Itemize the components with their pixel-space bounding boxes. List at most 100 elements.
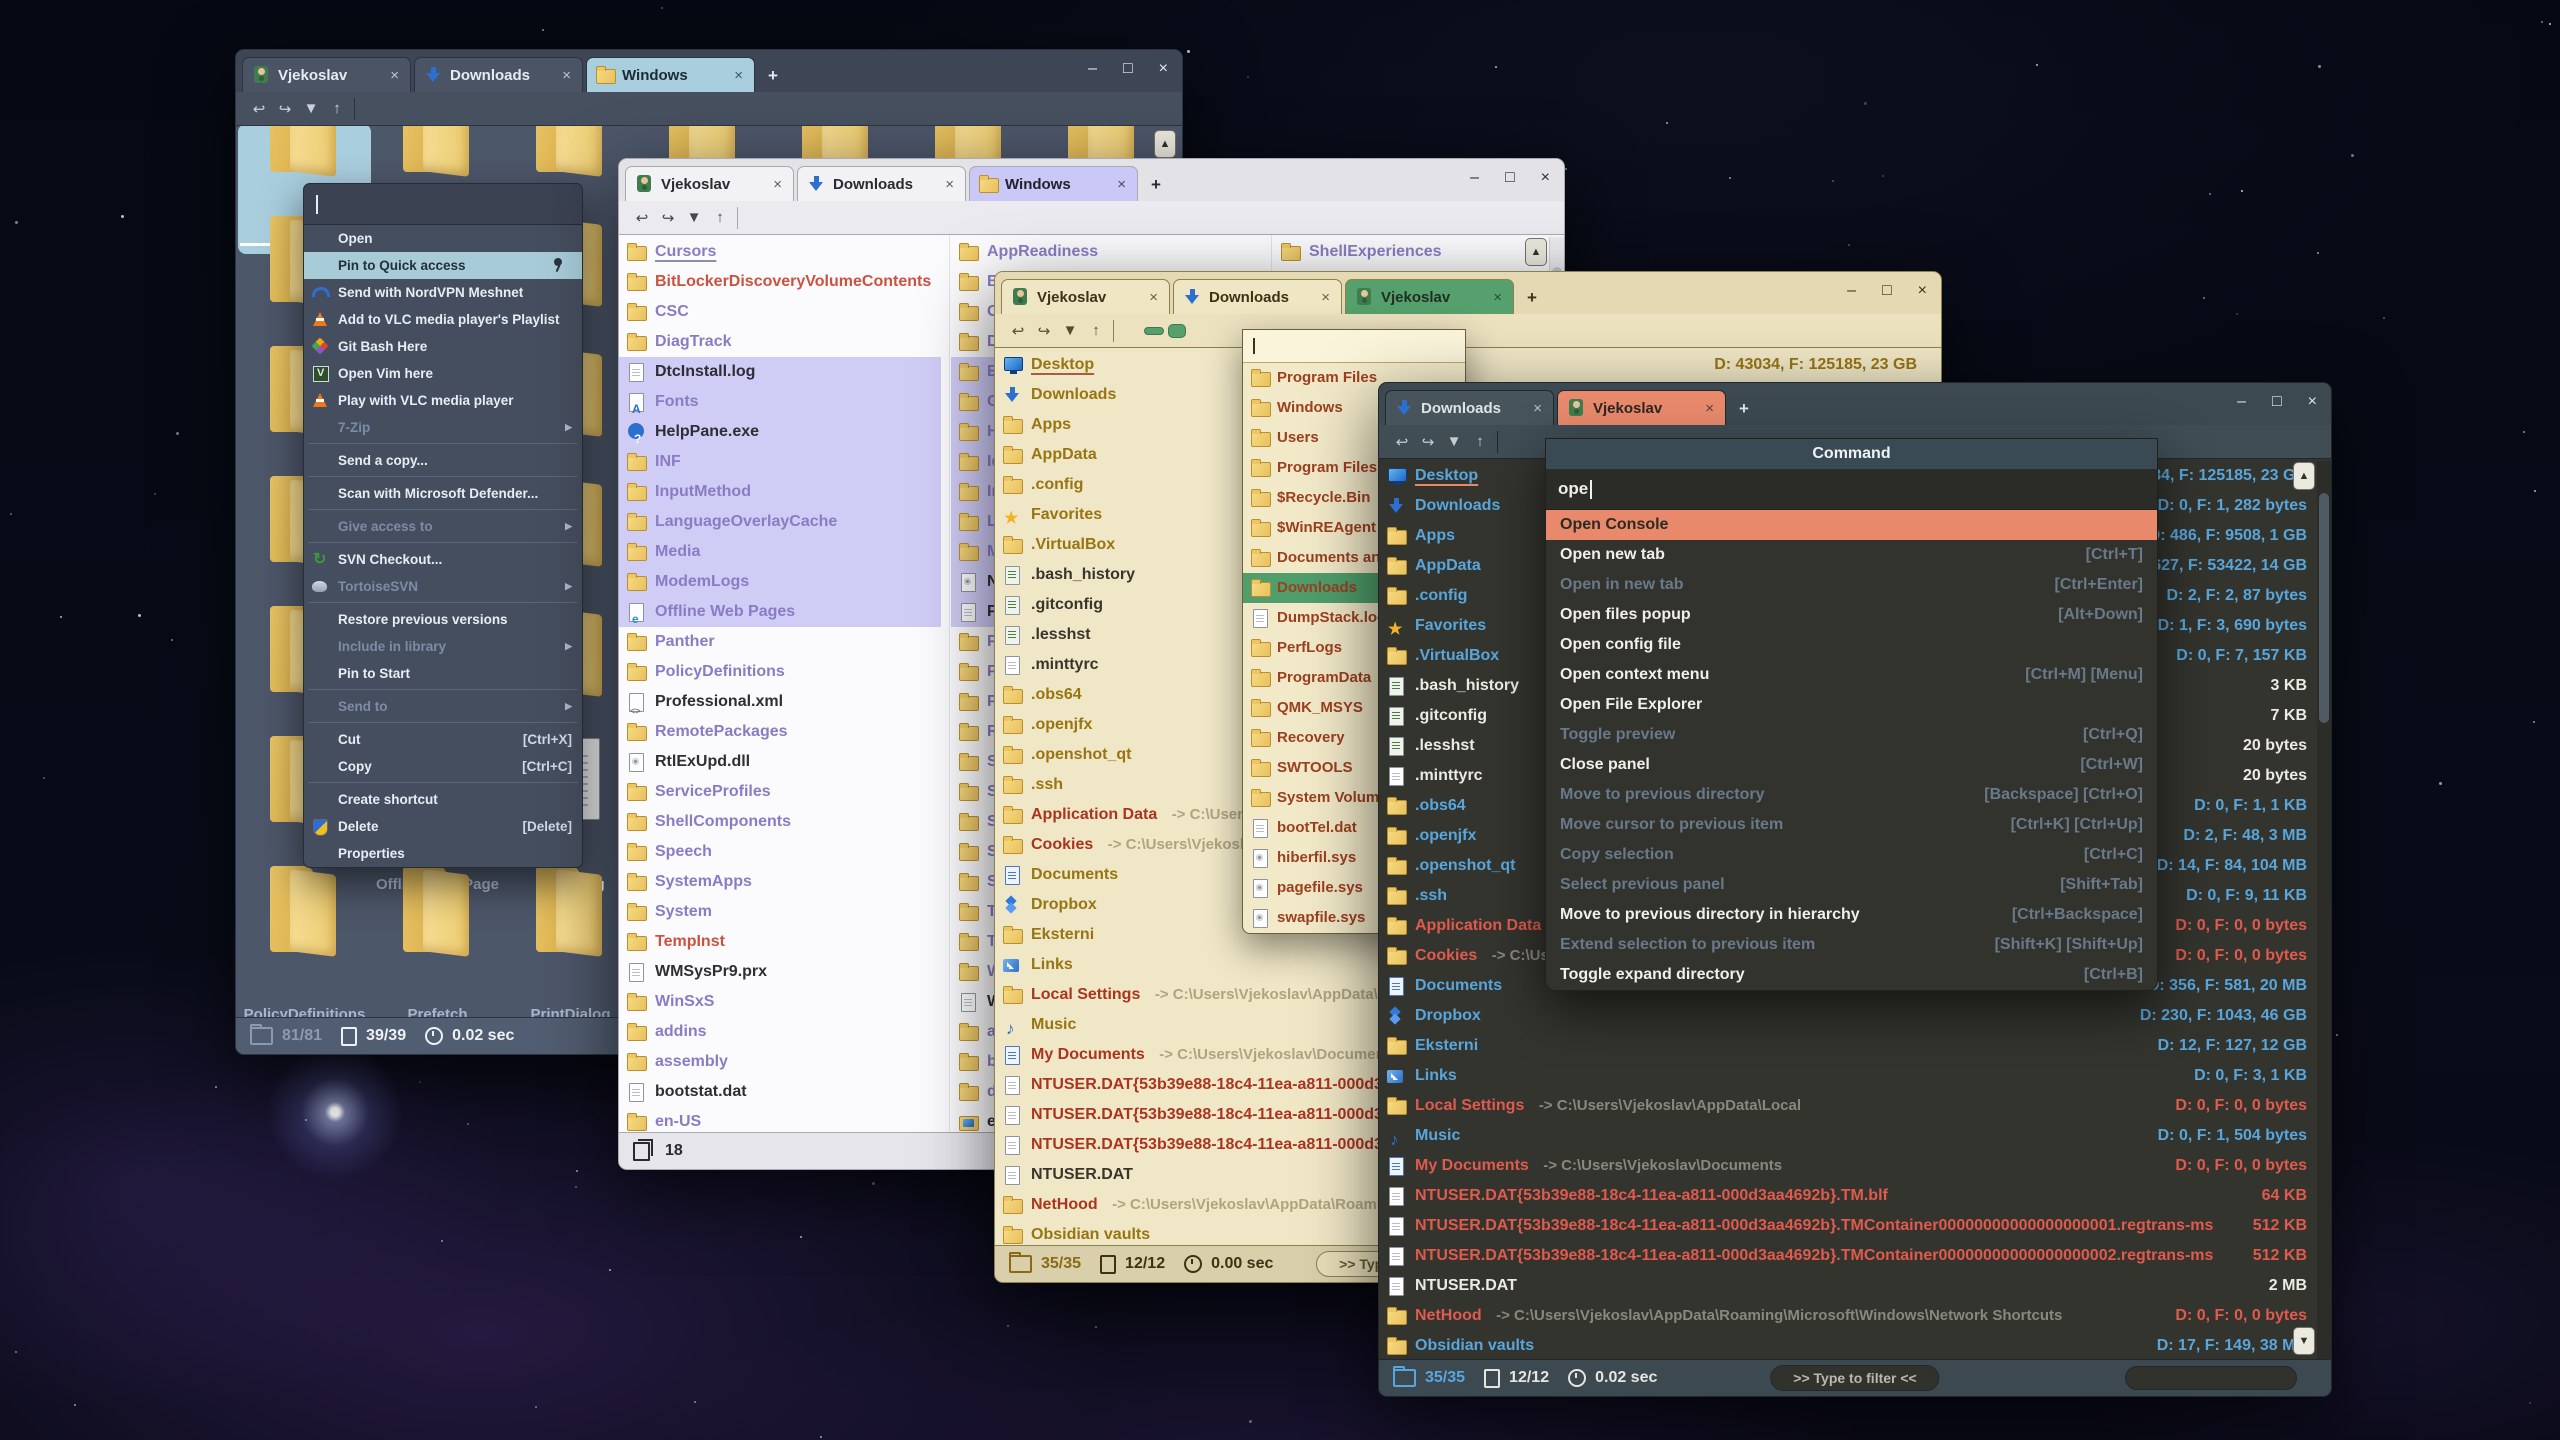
tab-close-icon[interactable]: ×	[731, 67, 746, 84]
context-menu-item[interactable]: Create shortcut ▶	[304, 786, 582, 813]
context-menu-item[interactable]: Git Bash Here ▶	[304, 333, 582, 360]
file-row[interactable]: BitLockerDiscoveryVolumeContents	[619, 267, 941, 297]
maximize-button[interactable]: □	[1123, 58, 1133, 80]
context-menu-item[interactable]: 7-Zip ▶	[304, 414, 582, 441]
tab[interactable]: Vjekoslav ×	[1345, 279, 1514, 314]
tab-close-icon[interactable]: ×	[1318, 289, 1333, 306]
palette-item[interactable]: Open config file	[1546, 630, 2157, 660]
context-menu-item[interactable]: Open ▶	[304, 225, 582, 252]
tab-close-icon[interactable]: ×	[770, 176, 785, 193]
forward-button[interactable]: ↪	[272, 100, 298, 118]
palette-item[interactable]: Select previous panel [Shift+Tab]	[1546, 870, 2157, 900]
tab[interactable]: Downloads ×	[1385, 390, 1554, 425]
file-row[interactable]: Local Settings -> C:\Users\Vjekoslav\App…	[1379, 1091, 2315, 1121]
palette-item[interactable]: Move to previous directory in hierarchy …	[1546, 900, 2157, 930]
type-to-filter-button[interactable]: >> Type to filter <<	[1770, 1365, 1939, 1391]
file-row[interactable]: ServiceProfiles	[619, 777, 941, 807]
file-row[interactable]: RtlExUpd.dll	[619, 747, 941, 777]
file-row[interactable]: Panther	[619, 627, 941, 657]
file-row[interactable]: Links D: 0, F: 3, 1 KB	[1379, 1061, 2315, 1091]
file-row[interactable]: Obsidian vaults D: 17, F: 149, 38 MB	[1379, 1331, 2315, 1359]
scroll-up-button[interactable]: ▲	[2293, 462, 2315, 490]
tab-close-icon[interactable]: ×	[387, 67, 402, 84]
tab-close-icon[interactable]: ×	[942, 176, 957, 193]
palette-item[interactable]: Open new tab [Ctrl+T]	[1546, 540, 2157, 570]
palette-item[interactable]: Extend selection to previous item [Shift…	[1546, 930, 2157, 960]
new-tab-button[interactable]: +	[1141, 175, 1171, 201]
file-row[interactable]: RemotePackages	[619, 717, 941, 747]
file-row[interactable]: NTUSER.DAT{53b39e88-18c4-11ea-a811-000d3…	[1379, 1181, 2315, 1211]
close-button[interactable]: ×	[1541, 167, 1550, 189]
file-row[interactable]: NTUSER.DAT{53b39e88-18c4-11ea-a811-000d3…	[1379, 1211, 2315, 1241]
file-row[interactable]: NetHood -> C:\Users\Vjekoslav\AppData\Ro…	[1379, 1301, 2315, 1331]
history-dropdown-button[interactable]: ▼	[1441, 433, 1467, 450]
new-tab-button[interactable]: +	[1729, 399, 1759, 425]
file-row[interactable]: Cursors	[619, 237, 941, 267]
forward-button[interactable]: ↪	[655, 209, 681, 227]
palette-item[interactable]: Close panel [Ctrl+W]	[1546, 750, 2157, 780]
context-menu-item[interactable]: TortoiseSVN ▶	[304, 573, 582, 600]
palette-item[interactable]: Open File Explorer	[1546, 690, 2157, 720]
back-button[interactable]: ↩	[1389, 433, 1415, 451]
file-row[interactable]: addins	[619, 1017, 941, 1047]
up-button[interactable]: ↑	[707, 209, 733, 226]
tab[interactable]: Downloads ×	[414, 57, 583, 92]
palette-item[interactable]: Toggle expand directory [Ctrl+B]	[1546, 960, 2157, 990]
file-row[interactable]: CSC	[619, 297, 941, 327]
close-button[interactable]: ×	[2308, 391, 2317, 413]
tab[interactable]: Vjekoslav ×	[1557, 390, 1726, 425]
file-row[interactable]: Media	[619, 537, 941, 567]
tab[interactable]: Vjekoslav ×	[625, 166, 794, 201]
up-button[interactable]: ↑	[1467, 433, 1493, 450]
file-row[interactable]: en-US	[619, 1107, 941, 1132]
file-row[interactable]: Eksterni D: 12, F: 127, 12 GB	[1379, 1031, 2315, 1061]
palette-item[interactable]: Open Console	[1546, 510, 2157, 540]
history-dropdown-button[interactable]: ▼	[681, 209, 707, 226]
scroll-up-button[interactable]: ▲	[1154, 130, 1176, 158]
file-row[interactable]: AppReadiness	[951, 237, 1271, 267]
file-row[interactable]: LanguageOverlayCache	[619, 507, 941, 537]
close-button[interactable]: ×	[1918, 280, 1927, 302]
palette-item[interactable]: Open in new tab [Ctrl+Enter]	[1546, 570, 2157, 600]
palette-item[interactable]: Move to previous directory [Backspace] […	[1546, 780, 2157, 810]
file-row[interactable]: INF	[619, 447, 941, 477]
file-row[interactable]: NTUSER.DAT{53b39e88-18c4-11ea-a811-000d3…	[1379, 1241, 2315, 1271]
file-row[interactable]: Dropbox D: 230, F: 1043, 46 GB	[1379, 1001, 2315, 1031]
forward-button[interactable]: ↪	[1031, 322, 1057, 340]
back-button[interactable]: ↩	[246, 100, 272, 118]
file-row[interactable]: InputMethod	[619, 477, 941, 507]
context-menu-item[interactable]: Send a copy... ▶	[304, 447, 582, 474]
tab[interactable]: Vjekoslav ×	[242, 57, 411, 92]
tab-close-icon[interactable]: ×	[1490, 289, 1505, 306]
tab-close-icon[interactable]: ×	[1146, 289, 1161, 306]
file-row[interactable]: bootstat.dat	[619, 1077, 941, 1107]
file-row[interactable]: WinSxS	[619, 987, 941, 1017]
new-tab-button[interactable]: +	[1517, 288, 1547, 314]
tab-close-icon[interactable]: ×	[1114, 176, 1129, 193]
scroll-up-button[interactable]: ▲	[1525, 238, 1547, 266]
grid-item[interactable]: PolicyDefinitions	[238, 904, 371, 1017]
tab[interactable]: Downloads ×	[1173, 279, 1342, 314]
minimize-button[interactable]: –	[2237, 391, 2246, 413]
history-dropdown-button[interactable]: ▼	[298, 100, 324, 117]
grid-item[interactable]: Prefetch	[371, 904, 504, 1017]
tab[interactable]: Downloads ×	[797, 166, 966, 201]
up-button[interactable]: ↑	[324, 100, 350, 117]
file-row[interactable]: System	[619, 897, 941, 927]
file-row[interactable]: SystemApps	[619, 867, 941, 897]
file-row[interactable]: Speech	[619, 837, 941, 867]
history-dropdown-button[interactable]: ▼	[1057, 322, 1083, 339]
palette-item[interactable]: Open context menu [Ctrl+M] [Menu]	[1546, 660, 2157, 690]
tab-close-icon[interactable]: ×	[1530, 400, 1545, 417]
context-menu-item[interactable]: Pin to Quick access ▶	[304, 252, 582, 279]
file-row[interactable]: PolicyDefinitions	[619, 657, 941, 687]
context-menu-item[interactable]: Delete [Delete] ▶	[304, 813, 582, 840]
maximize-button[interactable]: □	[1882, 280, 1892, 302]
breadcrumb-item[interactable]	[1144, 327, 1164, 335]
context-menu-filter-input[interactable]	[304, 184, 582, 225]
file-row[interactable]: HelpPane.exe	[619, 417, 941, 447]
up-button[interactable]: ↑	[1083, 322, 1109, 339]
file-row[interactable]: ModemLogs	[619, 567, 941, 597]
palette-item[interactable]: Copy selection [Ctrl+C]	[1546, 840, 2157, 870]
context-menu-item[interactable]: Scan with Microsoft Defender... ▶	[304, 480, 582, 507]
